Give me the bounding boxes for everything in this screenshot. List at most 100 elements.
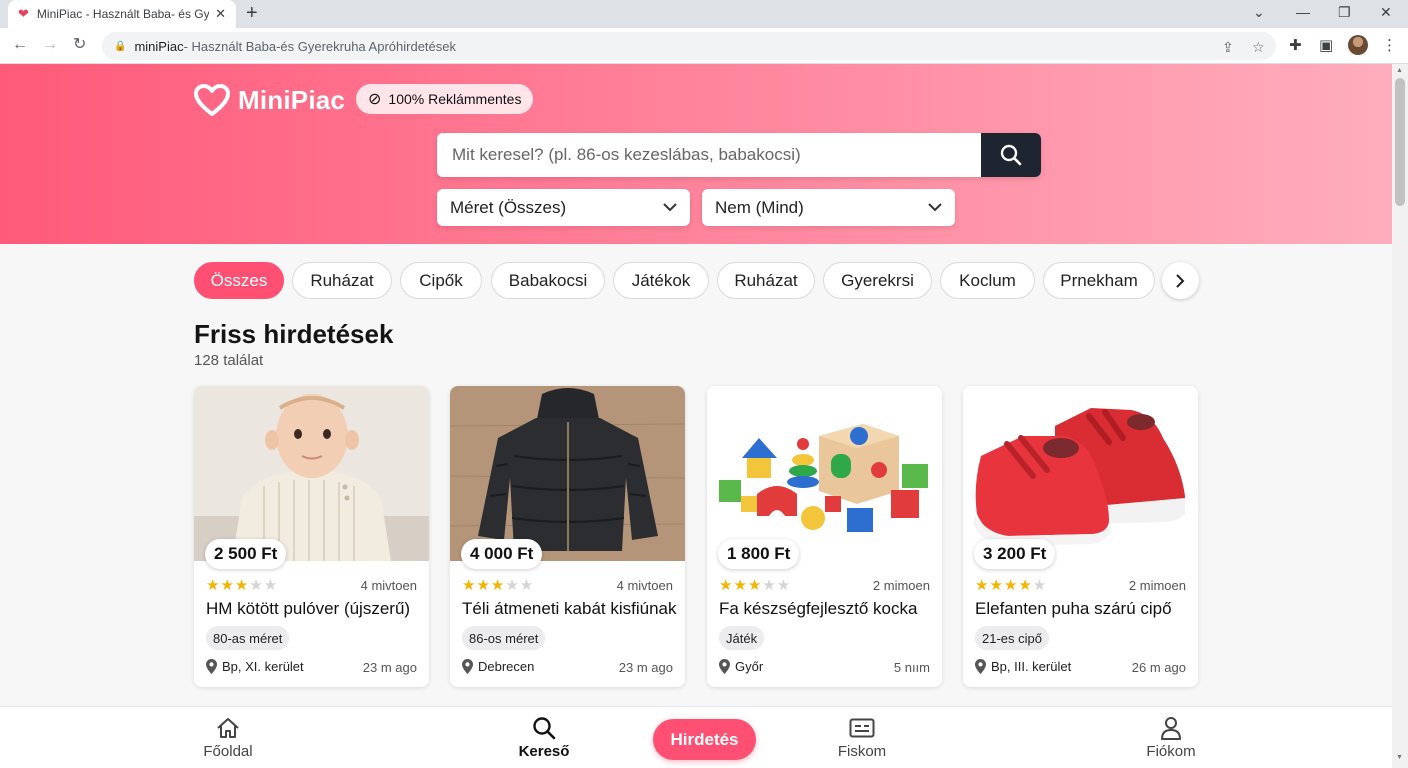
hero-header: MiniPiac ⊘ 100% Reklámmentes Méret (Össz… [0,64,1392,244]
nav-my-listings[interactable]: Fiskom [817,715,907,760]
categories-next-button[interactable] [1162,262,1199,299]
listing-card[interactable]: 4 000 Ft ★★★★★ 4 mivtoen Téli átmeneti k… [450,386,685,687]
scroll-up-icon[interactable]: ▲ [1396,67,1403,74]
size-select-value: Méret (Összes) [450,197,567,217]
logo-text: MiniPiac [238,84,346,115]
close-window-icon[interactable]: ✕ [1380,4,1392,21]
relative-time: 26 m ago [1131,660,1186,675]
share-icon[interactable]: ⇪ [1222,39,1234,56]
search-button[interactable] [981,133,1041,177]
toys-photo [707,386,942,561]
shoes-photo [963,386,1198,561]
size-tag: 80-as méret [206,626,290,650]
lock-icon: 🔒 [114,40,127,52]
category-pill[interactable]: Ruházat [292,262,392,299]
posted-time: 4 mivtoen [616,578,673,593]
browser-toolbar: ← → ↻ 🔒 miniPiac - Használt Baba-és Gyer… [0,28,1408,64]
map-pin-icon [206,659,217,674]
ad-free-badge: ⊘ 100% Reklámmentes [356,84,534,114]
forward-icon[interactable]: → [42,36,58,54]
nav-account[interactable]: Fiókom [1126,715,1216,760]
maximize-icon[interactable]: ❐ [1338,4,1351,21]
location-text: Bp, III. kerület [991,659,1072,674]
gender-select[interactable]: Nem (Mind) [702,189,955,226]
relative-time: 5 nıım [893,660,930,675]
category-pill[interactable]: Babakocsi [491,262,605,299]
map-pin-icon [719,659,730,674]
listing-title[interactable]: Fa készségfejlesztő kocka [719,599,934,619]
size-select[interactable]: Méret (Összes) [437,189,690,226]
price-tag: 3 200 Ft [974,539,1056,569]
side-panel-icon[interactable]: ▣ [1319,36,1333,54]
listing-title[interactable]: Elefanten puha szárú cipő [975,599,1190,619]
new-tab-icon[interactable]: + [246,3,258,23]
extensions-icon[interactable]: ✚ [1289,36,1302,54]
badge-label: 100% Reklámmentes [388,91,522,107]
nav-search[interactable]: Kereső [499,715,589,760]
listing-title[interactable]: Téli átmeneti kabát kisfiúnak [462,599,677,619]
page-viewport: MiniPiac ⊘ 100% Reklámmentes Méret (Össz… [0,64,1392,768]
category-pill[interactable]: Játékok [613,262,709,299]
location-text: Bp, XI. kerület [222,659,304,674]
listing-card[interactable]: 1 800 Ft ★★★★★ 2 mimoen Fa készségfejles… [707,386,942,687]
rating-stars: ★★★★★ [975,577,1048,594]
no-ads-icon: ⊘ [368,91,382,108]
browser-tab-bar: ❤ MiniPiac - Használt Baba- és Gye ✕ + ⌄… [0,0,1408,28]
bookmark-star-icon[interactable]: ☆ [1252,39,1265,56]
user-icon [1161,717,1181,740]
back-icon[interactable]: ← [12,36,28,54]
section-title: Friss hirdetések [194,319,394,349]
post-ad-button[interactable]: Hirdetés [653,719,756,760]
category-pill[interactable]: Összes [194,262,284,299]
heart-logo-icon [194,84,230,116]
rating-stars: ★★★★★ [719,577,792,594]
search-input[interactable] [437,133,981,177]
tab-search-icon[interactable]: ⌄ [1253,4,1265,21]
category-pill[interactable]: Ruházat [717,262,815,299]
price-tag: 2 500 Ft [205,539,287,569]
tab-title: MiniPiac - Használt Baba- és Gye [36,7,210,21]
nav-my-listings-label: Fiskom [837,743,887,760]
scroll-down-icon[interactable]: ▼ [1396,754,1403,761]
chevron-right-icon [1176,273,1185,288]
rating-stars: ★★★★★ [206,577,279,594]
listing-title[interactable]: HM kötött pulóver (újszerű) [206,599,421,619]
sweater-photo [194,386,429,561]
category-pill[interactable]: Cipők [400,262,482,299]
category-pill[interactable]: Koclum [940,262,1035,299]
bottom-navigation: Főoldal Kereső Hirdetés Fiskom Fiókom [0,706,1392,768]
jacket-photo [450,386,685,561]
gender-select-value: Nem (Mind) [715,197,804,217]
listing-card[interactable]: 2 500 Ft ★★★★★ 4 mivtoen HM kötött pulóv… [194,386,429,687]
location: Győr [719,659,763,674]
browser-tab[interactable]: ❤ MiniPiac - Használt Baba- és Gye ✕ [8,0,236,28]
posted-time: 2 mimoen [872,578,930,593]
reload-icon[interactable]: ↻ [73,36,86,54]
minimize-icon[interactable]: — [1296,4,1310,20]
address-bar[interactable]: 🔒 miniPiac - Használt Baba-és Gyerekruha… [102,32,1276,60]
category-pill[interactable]: Gyerekrsi [823,262,932,299]
browser-menu-icon[interactable]: ⋮ [1382,36,1397,54]
url-path: - Használt Baba-és Gyerekruha Apróhirdet… [183,38,456,54]
site-logo[interactable]: MiniPiac [194,84,345,116]
category-tag: Játék [719,626,765,650]
nav-home-label: Főoldal [203,743,253,760]
price-tag: 1 800 Ft [718,539,800,569]
listing-card[interactable]: 3 200 Ft ★★★★★ 2 mimoen Elefanten puha s… [963,386,1198,687]
search-bar [437,133,1041,177]
category-pill[interactable]: Prnekham [1043,262,1155,299]
scrollbar-thumb[interactable] [1395,78,1405,206]
posted-time: 4 mivtoen [360,578,417,593]
page-scrollbar[interactable]: ▲ ▼ [1392,64,1408,768]
id-card-icon [849,718,875,738]
home-icon [217,718,239,738]
relative-time: 23 m ago [362,660,417,675]
search-icon [1000,144,1022,166]
rating-stars: ★★★★★ [462,577,535,594]
profile-avatar[interactable] [1348,35,1368,55]
nav-search-label: Kereső [518,743,570,760]
nav-home[interactable]: Főoldal [183,715,273,760]
location: Debrecen [462,659,534,674]
close-tab-icon[interactable]: ✕ [215,6,226,22]
map-pin-icon [975,659,986,674]
